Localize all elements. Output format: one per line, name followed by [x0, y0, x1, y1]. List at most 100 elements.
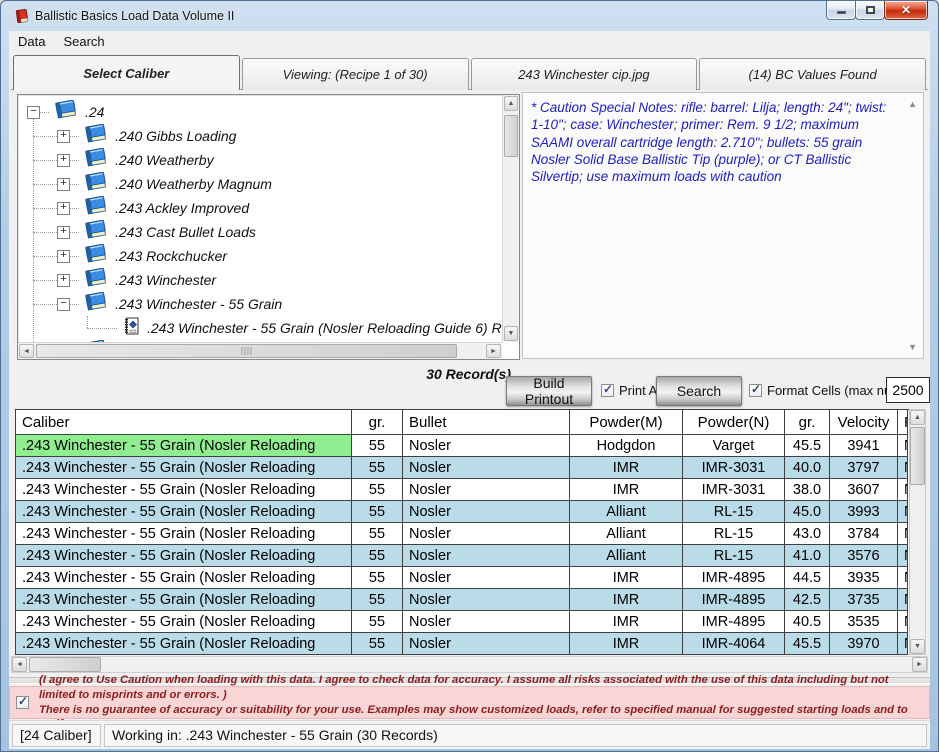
expand-icon[interactable]: + [57, 274, 70, 287]
table-cell: 45.0 [785, 501, 830, 523]
table-row[interactable]: .243 Winchester - 55 Grain (Nosler Reloa… [16, 545, 909, 567]
table-cell: Nosler [403, 633, 570, 655]
table-cell: 3607 [830, 479, 898, 501]
caution-agreement-bar: ✓ (I agree to Use Caution when loading w… [9, 686, 930, 719]
table-row[interactable]: .243 Winchester - 55 Grain (Nosler Reloa… [16, 501, 909, 523]
column-header-3[interactable]: Bullet [403, 410, 570, 435]
expand-icon[interactable]: + [57, 130, 70, 143]
column-header-5[interactable]: Powder(N) [683, 410, 785, 435]
scroll-up-arrow-icon[interactable]: ▲ [504, 96, 518, 111]
minimize-button[interactable] [826, 1, 856, 20]
table-cell: IMR [570, 611, 683, 633]
load-data-table: Calibergr.BulletPowder(M)Powder(N)gr.Vel… [15, 409, 909, 655]
table-row[interactable]: .243 Winchester - 55 Grain (Nosler Reloa… [16, 589, 909, 611]
table-cell: N [898, 523, 908, 545]
close-button[interactable]: ✕ [884, 1, 928, 20]
expand-icon[interactable]: + [57, 202, 70, 215]
table-row[interactable]: .243 Winchester - 55 Grain (Nosler Reloa… [16, 479, 909, 501]
tree-item[interactable]: +.240 Gibbs Loading [19, 124, 502, 148]
tree-connector-stub [70, 304, 79, 305]
scroll-right-arrow-icon[interactable]: ► [912, 657, 927, 672]
menu-item-search[interactable]: Search [54, 32, 113, 51]
table-cell: .243 Winchester - 55 Grain (Nosler Reloa… [16, 523, 352, 545]
tree-vscroll-thumb[interactable] [504, 115, 518, 157]
maximize-button[interactable] [855, 1, 885, 20]
search-button[interactable]: Search [656, 376, 742, 406]
tree-connector-stub [33, 160, 57, 161]
scroll-up-arrow-icon[interactable]: ▲ [910, 410, 925, 425]
expand-icon[interactable]: + [57, 178, 70, 191]
title-bar[interactable]: Ballistic Basics Load Data Volume II ✕ [1, 1, 938, 31]
maximize-icon [866, 6, 875, 14]
tree-item[interactable]: + .243 Cast Bullet Loads [19, 220, 502, 244]
tab-4[interactable]: (14) BC Values Found [699, 58, 926, 90]
tree-connector-stub [40, 112, 49, 113]
caution-notes-panel[interactable]: * Caution Special Notes: rifle: barrel: … [522, 92, 924, 359]
menu-item-data[interactable]: Data [9, 32, 54, 51]
tab-1[interactable]: Select Caliber [13, 55, 240, 90]
tree-item[interactable]: −.243 Winchester - 55 Grain [19, 292, 502, 316]
scroll-left-arrow-icon[interactable]: ◄ [19, 344, 34, 358]
tree-connector-stub [70, 208, 79, 209]
tree-connector-stub [70, 160, 79, 161]
table-row[interactable]: .243 Winchester - 55 Grain (Nosler Reloa… [16, 523, 909, 545]
column-header-6[interactable]: gr. [785, 410, 830, 435]
notes-scroll-down-icon[interactable]: ▼ [908, 342, 917, 352]
tree-item[interactable]: +.243 Winchester [19, 268, 502, 292]
table-cell: IMR [570, 633, 683, 655]
column-header-2[interactable]: gr. [352, 410, 403, 435]
table-header-row: Calibergr.BulletPowder(M)Powder(N)gr.Vel… [16, 410, 909, 435]
table-cell: 40.0 [785, 457, 830, 479]
column-header-7[interactable]: Velocity [830, 410, 898, 435]
table-horizontal-scrollbar[interactable]: ◄ ► [11, 656, 928, 673]
column-header-4[interactable]: Powder(M) [570, 410, 683, 435]
column-header-8[interactable]: R [898, 410, 908, 435]
tree-item-label: .243 Winchester - 55 Grain (Nosler Reloa… [147, 320, 502, 336]
tree-item[interactable]: +.240 Weatherby Magnum [19, 172, 502, 196]
table-vscroll-thumb[interactable] [910, 427, 925, 485]
book-icon [84, 220, 108, 244]
table-row[interactable]: .243 Winchester - 55 Grain (Nosler Reloa… [16, 611, 909, 633]
tree-item-label: .243 Cast Bullet Loads [115, 224, 256, 240]
tree-horizontal-scrollbar[interactable]: ◄ ► [18, 342, 502, 359]
table-cell: 3970 [830, 633, 898, 655]
agreement-checkbox[interactable]: ✓ [16, 696, 29, 709]
tree-item-label: .24 [85, 104, 104, 120]
table-cell: Alliant [570, 545, 683, 567]
scroll-down-arrow-icon[interactable]: ▼ [910, 639, 925, 654]
expand-icon[interactable]: + [57, 154, 70, 167]
tree-vertical-scrollbar[interactable]: ▲ ▼ [502, 95, 519, 342]
notes-scroll-up-icon[interactable]: ▲ [908, 99, 917, 109]
tree-item[interactable]: .243 Winchester - 55 Grain (Nosler Reloa… [19, 316, 502, 340]
collapse-icon[interactable]: − [57, 298, 70, 311]
collapse-icon[interactable]: − [27, 106, 40, 119]
tree-item[interactable]: − .24 [19, 100, 502, 124]
column-header-1[interactable]: Caliber [16, 410, 352, 435]
table-cell: 55 [352, 611, 403, 633]
tree-hscroll-thumb[interactable] [36, 344, 457, 358]
tree-item[interactable]: +.243 Rockchucker [19, 244, 502, 268]
build-printout-button[interactable]: Build Printout [506, 376, 592, 406]
table-row[interactable]: .243 Winchester - 55 Grain (Nosler Reloa… [16, 567, 909, 589]
tab-3[interactable]: 243 Winchester cip.jpg [471, 58, 698, 90]
scroll-left-arrow-icon[interactable]: ◄ [12, 657, 27, 672]
table-row[interactable]: .243 Winchester - 55 Grain (Nosler Reloa… [16, 457, 909, 479]
table-cell: 42.5 [785, 589, 830, 611]
expand-icon[interactable]: + [57, 226, 70, 239]
max-number-input[interactable] [886, 377, 930, 403]
format-cells-checkbox[interactable]: ✓ [749, 384, 762, 397]
table-vertical-scrollbar[interactable]: ▲ ▼ [909, 409, 926, 655]
scroll-down-arrow-icon[interactable]: ▼ [504, 326, 518, 341]
table-row[interactable]: .243 Winchester - 55 Grain (Nosler Reloa… [16, 633, 909, 655]
table-cell: Nosler [403, 611, 570, 633]
print-all-checkbox[interactable]: ✓ [601, 384, 614, 397]
tree-item[interactable]: + .243 Ackley Improved [19, 196, 502, 220]
scroll-right-arrow-icon[interactable]: ► [486, 344, 501, 358]
tree-item-label: .243 Ackley Improved [115, 200, 249, 216]
table-hscroll-thumb[interactable] [29, 657, 101, 672]
expand-icon[interactable]: + [57, 250, 70, 263]
tab-2[interactable]: Viewing: (Recipe 1 of 30) [242, 58, 469, 90]
table-row[interactable]: .243 Winchester - 55 Grain (Nosler Reloa… [16, 435, 909, 457]
tree-item[interactable]: +.240 Weatherby [19, 148, 502, 172]
table-cell: 43.0 [785, 523, 830, 545]
